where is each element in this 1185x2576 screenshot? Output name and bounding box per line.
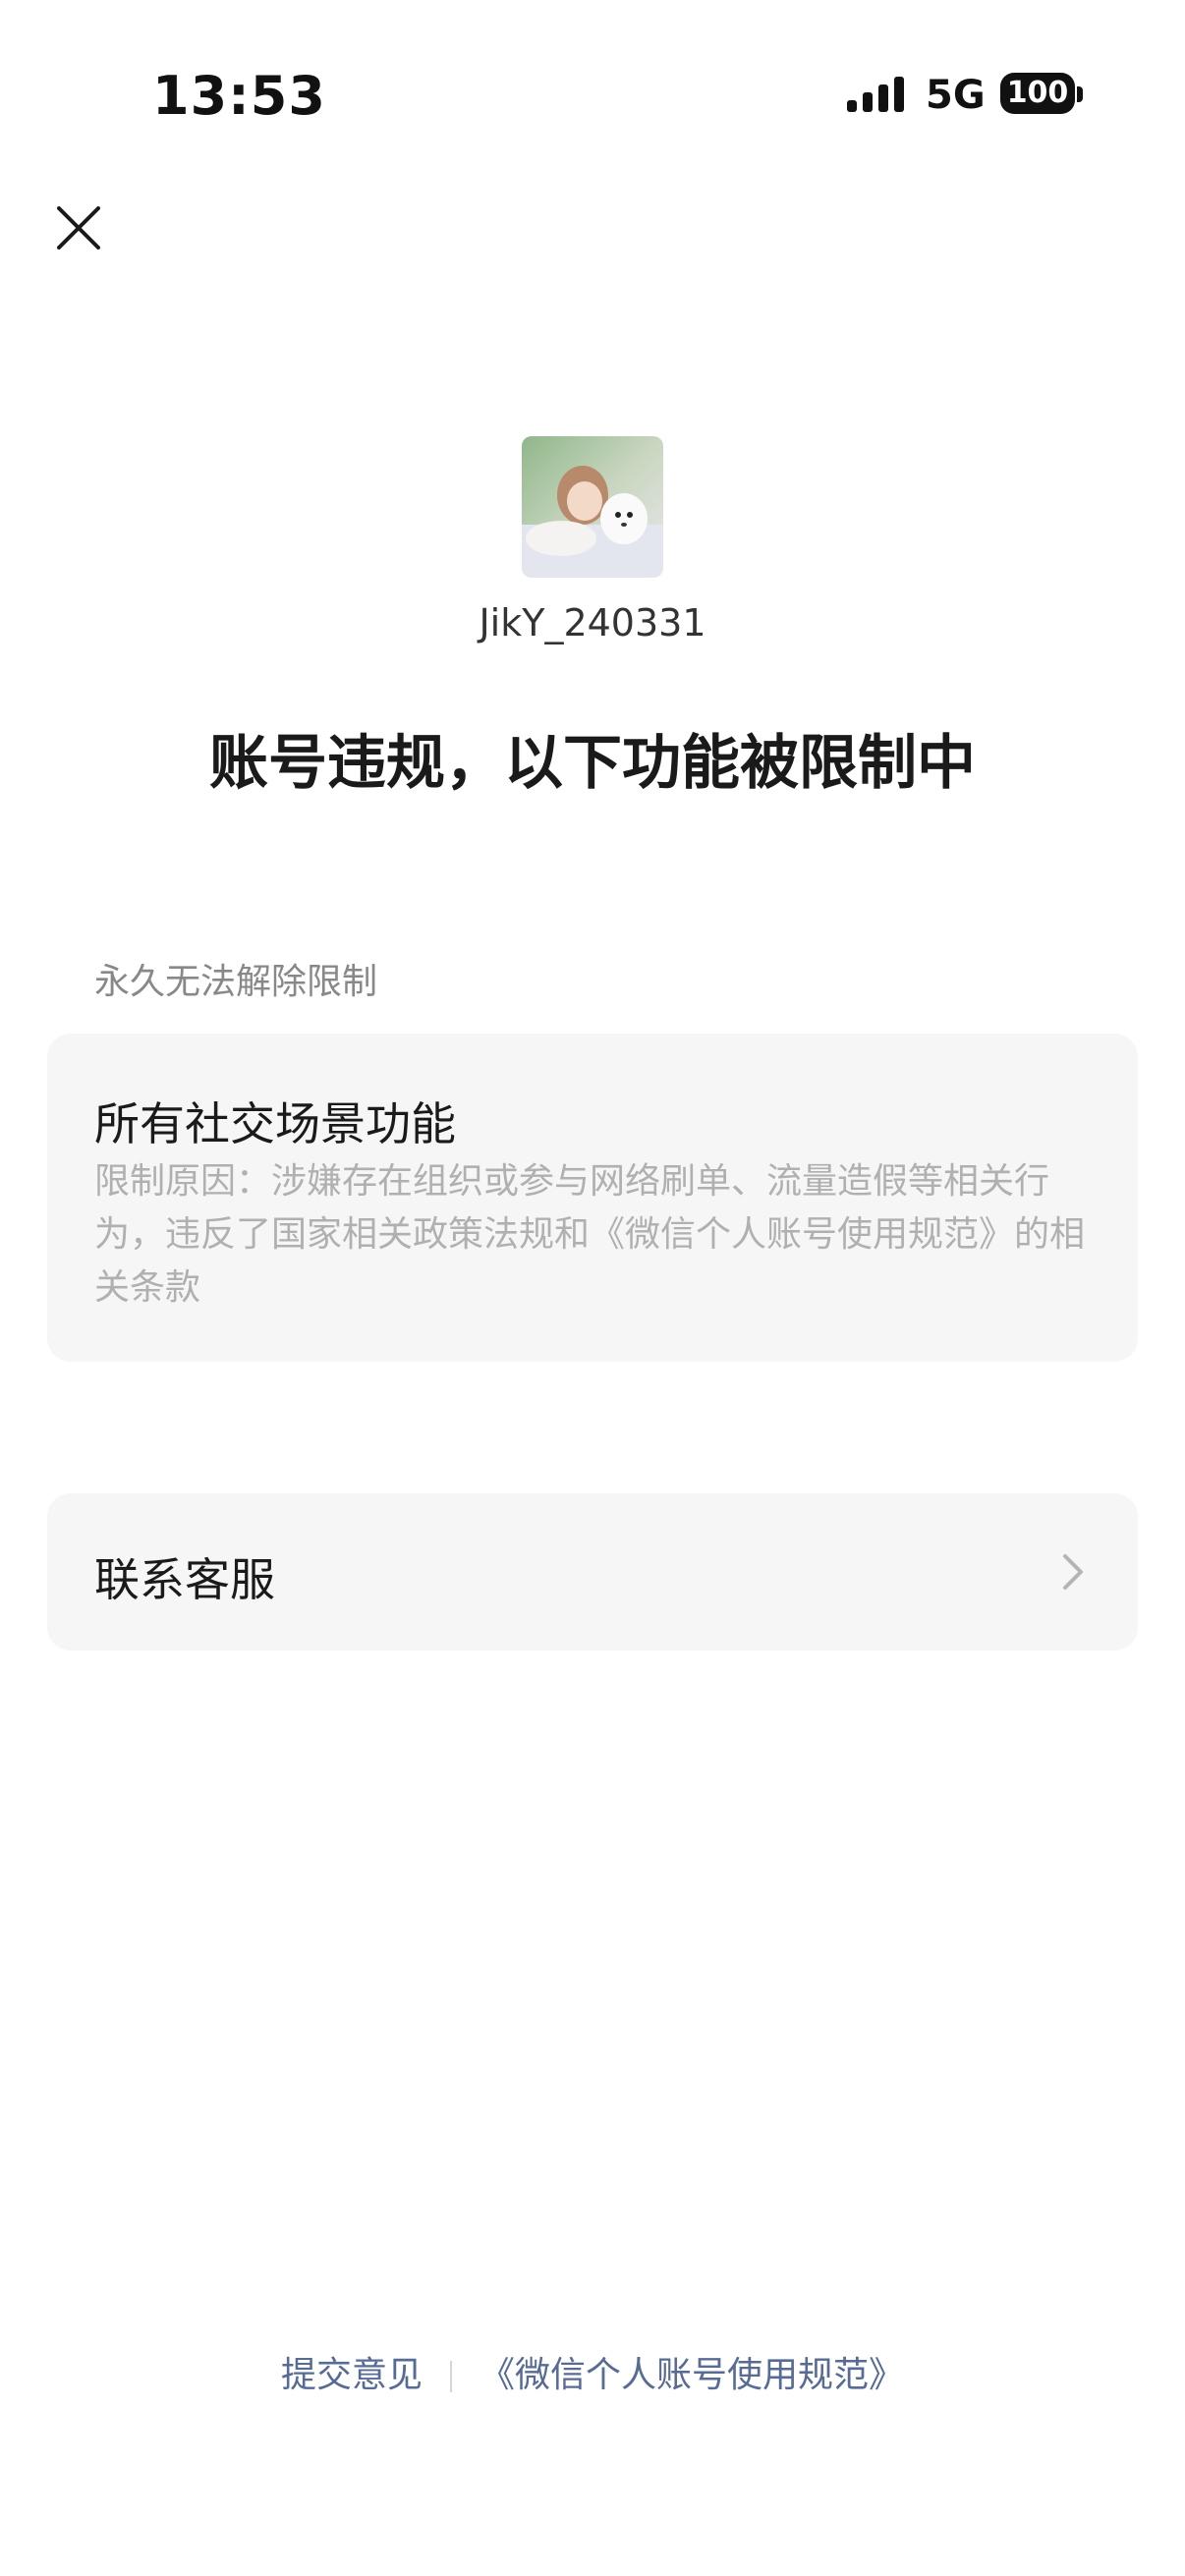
- signal-icon: [847, 77, 904, 112]
- battery-icon: 100: [1000, 73, 1075, 114]
- status-bar: 13:53 5G 100: [0, 0, 1185, 187]
- restriction-title: 所有社交场景功能: [94, 1097, 456, 1150]
- policy-link[interactable]: 《微信个人账号使用规范》: [480, 2355, 904, 2395]
- contact-service-label: 联系客服: [94, 1553, 275, 1606]
- network-type: 5G: [926, 73, 986, 118]
- page-title: 账号违规，以下功能被限制中: [209, 729, 976, 798]
- battery-tip: [1077, 86, 1083, 102]
- chevron-right-icon: [1063, 1554, 1083, 1590]
- footer-divider: [450, 2361, 452, 2392]
- restriction-section-label: 永久无法解除限制: [94, 962, 378, 1002]
- status-time: 13:53: [152, 65, 326, 127]
- contact-service-button[interactable]: 联系客服: [47, 1493, 1138, 1651]
- restriction-card: 所有社交场景功能 限制原因：涉嫌存在组织或参与网络刷单、流量造假等相关行为，违反…: [47, 1034, 1138, 1362]
- footer: 提交意见 《微信个人账号使用规范》: [0, 2346, 1185, 2397]
- avatar: [522, 436, 663, 578]
- close-icon[interactable]: [47, 196, 110, 259]
- username: JikY_240331: [479, 601, 706, 644]
- restriction-reason: 限制原因：涉嫌存在组织或参与网络刷单、流量造假等相关行为，违反了国家相关政策法规…: [94, 1161, 1086, 1308]
- feedback-link[interactable]: 提交意见: [281, 2355, 423, 2395]
